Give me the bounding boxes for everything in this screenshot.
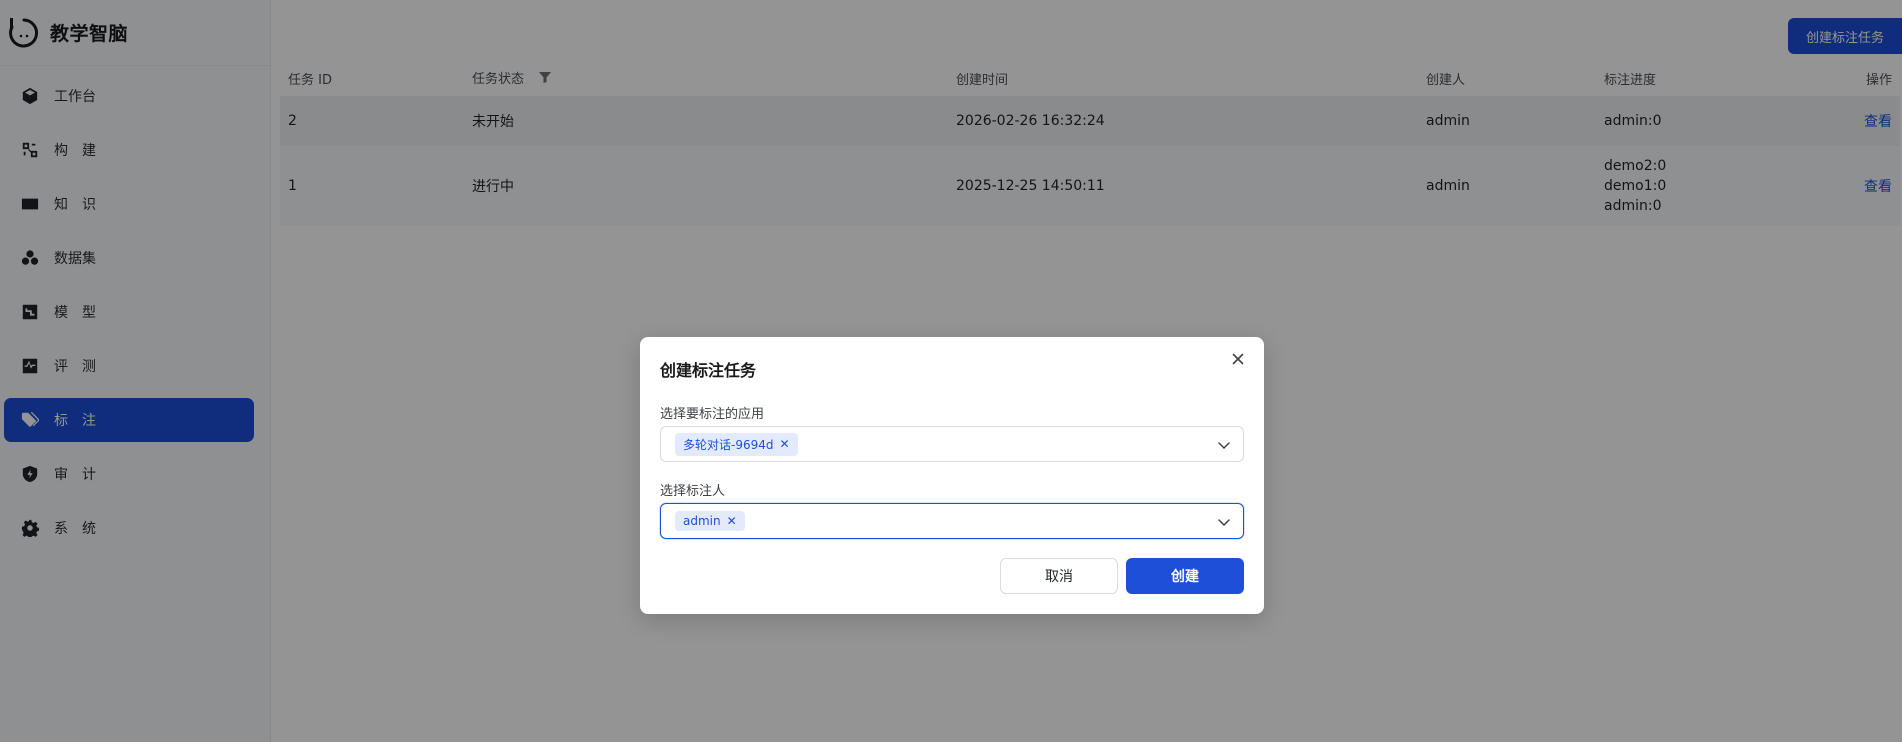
app-select-label: 选择要标注的应用 bbox=[660, 407, 765, 422]
tag-label: 多轮对话-9694d bbox=[683, 437, 774, 452]
chevron-down-icon[interactable] bbox=[1217, 514, 1231, 528]
tag-label: admin bbox=[683, 514, 721, 528]
selected-annotator-tag: admin ✕ bbox=[675, 511, 745, 531]
app-select[interactable]: 多轮对话-9694d ✕ bbox=[660, 426, 1244, 462]
cancel-button[interactable]: 取消 bbox=[1000, 558, 1118, 594]
selected-app-tag: 多轮对话-9694d ✕ bbox=[675, 432, 798, 456]
close-icon[interactable] bbox=[1230, 351, 1246, 367]
dialog-title: 创建标注任务 bbox=[660, 361, 757, 380]
annotator-select[interactable]: admin ✕ bbox=[660, 503, 1244, 539]
chevron-down-icon[interactable] bbox=[1217, 437, 1231, 451]
remove-tag-icon[interactable]: ✕ bbox=[780, 437, 790, 451]
create-button[interactable]: 创建 bbox=[1126, 558, 1244, 594]
annotator-select-label: 选择标注人 bbox=[660, 484, 726, 499]
dialog-footer: 取消 创建 bbox=[1000, 558, 1244, 594]
create-task-dialog: 创建标注任务 选择要标注的应用 多轮对话-9694d ✕ 选择标注人 admin… bbox=[640, 337, 1264, 614]
remove-tag-icon[interactable]: ✕ bbox=[727, 514, 737, 528]
